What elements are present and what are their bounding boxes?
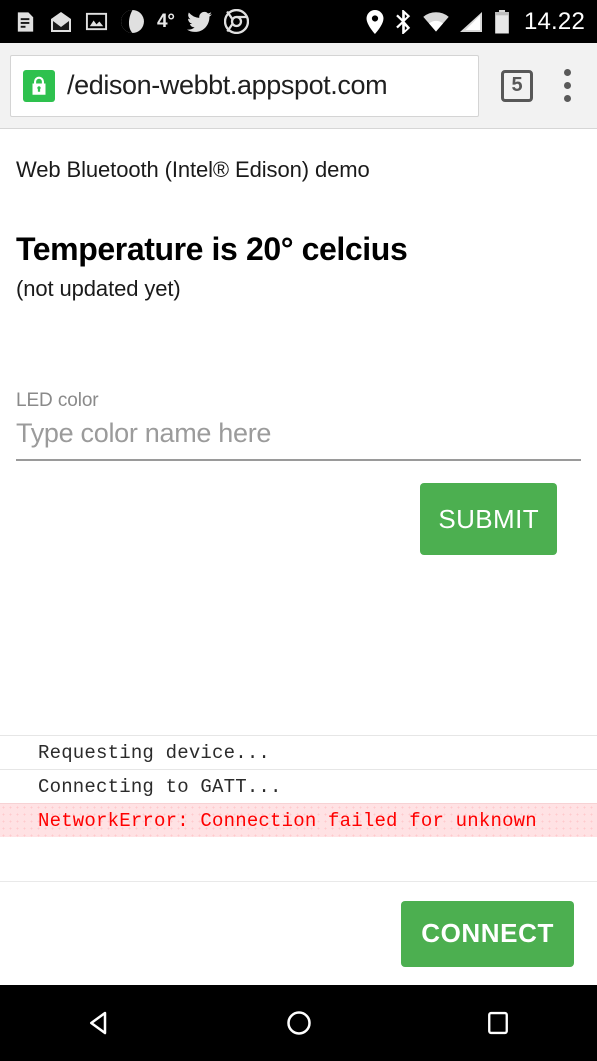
menu-dot: [563, 69, 571, 76]
document-icon: [14, 10, 37, 34]
connect-button[interactable]: CONNECT: [401, 900, 574, 967]
connect-bar: CONNECT: [0, 881, 597, 985]
recents-square-icon: [487, 1011, 508, 1035]
webpage-viewport: Web Bluetooth (Intel® Edison) demo Tempe…: [0, 129, 597, 985]
lock-icon[interactable]: [23, 69, 55, 102]
log-empty-space: [0, 837, 597, 881]
twitter-icon: [186, 11, 212, 33]
status-temperature: 4°: [157, 11, 175, 32]
menu-dot: [563, 82, 571, 89]
log-row: Connecting to GATT...: [0, 769, 597, 803]
log-list: Requesting device... Connecting to GATT.…: [0, 735, 597, 837]
weather-icon: [120, 9, 145, 34]
android-status-bar: 4° 14.22: [0, 0, 597, 43]
android-nav-bar: [0, 985, 597, 1061]
chrome-icon: [223, 9, 249, 34]
address-bar[interactable]: /edison-webbt.appspot.com: [10, 54, 479, 117]
log-row-error: NetworkError: Connection failed for unkn…: [0, 803, 597, 837]
home-circle-icon: [286, 1011, 311, 1035]
photo-icon: [85, 10, 108, 33]
tab-count-label: 5: [511, 74, 523, 96]
led-color-field: LED color: [16, 302, 581, 461]
browser-toolbar: /edison-webbt.appspot.com 5: [0, 43, 597, 129]
led-color-label: LED color: [16, 390, 99, 411]
cell-signal-icon: [459, 11, 483, 32]
phone-screen: 4° 14.22 /edison-webbt.appspot.com 5 Web…: [0, 0, 597, 1061]
back-button[interactable]: [45, 985, 155, 1061]
temperature-status: (not updated yet): [16, 276, 181, 301]
log-row: Requesting device...: [0, 735, 597, 769]
recents-button[interactable]: [443, 985, 553, 1061]
home-button[interactable]: [244, 985, 354, 1061]
open-envelope-icon: [49, 10, 73, 34]
back-triangle-icon: [89, 1011, 106, 1035]
page-content: Web Bluetooth (Intel® Edison) demo Tempe…: [0, 129, 597, 555]
log-panel: Requesting device... Connecting to GATT.…: [0, 735, 597, 985]
overflow-menu-icon[interactable]: [547, 63, 587, 109]
bluetooth-icon: [395, 9, 412, 34]
url-text: /edison-webbt.appspot.com: [67, 70, 388, 100]
submit-button[interactable]: SUBMIT: [420, 483, 557, 555]
demo-title: Web Bluetooth (Intel® Edison) demo: [16, 157, 370, 182]
menu-dot: [563, 95, 571, 102]
wifi-icon: [423, 11, 449, 32]
submit-row: SUBMIT: [16, 461, 581, 555]
status-notification-icons: 4°: [14, 9, 366, 34]
status-system-icons: 14.22: [366, 7, 585, 35]
temperature-heading: Temperature is 20° celcius: [16, 231, 408, 267]
battery-icon: [494, 9, 510, 34]
tab-counter-button[interactable]: 5: [501, 69, 533, 102]
led-color-input[interactable]: [16, 412, 581, 461]
location-pin-icon: [366, 9, 384, 34]
status-clock: 14.22: [523, 7, 585, 35]
